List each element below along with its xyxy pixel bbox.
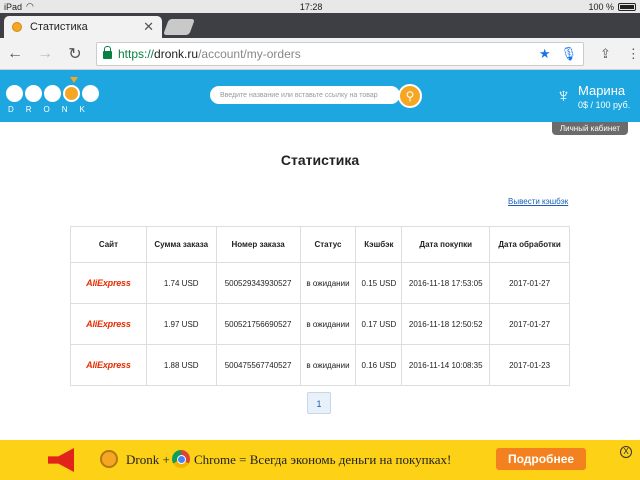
column-header: Сумма заказа bbox=[145, 226, 217, 263]
processing-date: 2017-01-27 bbox=[489, 262, 570, 304]
column-header: Дата обработки bbox=[489, 226, 570, 263]
banner-close-icon[interactable]: X bbox=[620, 446, 632, 458]
site-header: DRONK Введите название или вставьте ссыл… bbox=[0, 70, 640, 122]
banner-text-slogan: Chrome = Всегда экономь деньги на покупк… bbox=[194, 452, 452, 467]
wifi-icon: ◠ bbox=[26, 1, 34, 11]
order-cashback: 0.15 USD bbox=[355, 262, 403, 304]
table-row: AliExpress 1.74 USD 500529343930527 в ож… bbox=[70, 262, 570, 304]
banner-text-dronk: Dronk + bbox=[126, 452, 170, 467]
column-header: Статус bbox=[299, 226, 357, 263]
site-logo: AliExpress bbox=[70, 262, 147, 304]
browser-tab-active[interactable]: Статистика ✕ bbox=[4, 16, 162, 38]
logo-marker-icon bbox=[70, 77, 78, 83]
purchase-date: 2016-11-14 10:08:35 bbox=[401, 344, 491, 386]
column-header: Кэшбэк bbox=[355, 226, 403, 263]
clock: 17:28 bbox=[299, 1, 323, 12]
more-menu-icon[interactable]: ⋮ bbox=[627, 46, 640, 62]
site-logo: AliExpress bbox=[70, 344, 147, 386]
device-label: iPad bbox=[4, 1, 23, 12]
forward-arrow-icon[interactable]: → bbox=[30, 45, 60, 63]
pagination-page-1[interactable]: 1 bbox=[307, 392, 331, 414]
processing-date: 2017-01-27 bbox=[489, 303, 570, 345]
purchase-date: 2016-11-18 17:53:05 bbox=[401, 262, 491, 304]
more-info-button[interactable]: Подробнее bbox=[496, 448, 586, 470]
share-icon[interactable]: ⇪ bbox=[600, 46, 611, 62]
aliexpress-logo-text: Ali bbox=[86, 278, 98, 288]
order-status: в ожидании bbox=[299, 262, 357, 304]
url-host: dronk.ru bbox=[154, 46, 199, 61]
withdraw-cashback-link[interactable]: Вывести кэшбэк bbox=[508, 197, 568, 206]
product-search-input[interactable]: Введите название или вставьте ссылку на … bbox=[210, 86, 400, 104]
table-row: AliExpress 1.88 USD 500475567740527 в ож… bbox=[70, 344, 570, 386]
column-header: Номер заказа bbox=[215, 226, 301, 263]
back-arrow-icon[interactable]: ← bbox=[0, 45, 30, 63]
microphone-icon[interactable]: 🎙 bbox=[560, 46, 577, 62]
order-status: в ожидании bbox=[299, 344, 357, 386]
user-name[interactable]: Марина bbox=[578, 83, 625, 98]
page-title: Статистика bbox=[280, 152, 360, 168]
column-header: Дата покупки bbox=[401, 226, 491, 263]
battery-icon bbox=[618, 2, 636, 11]
site-logo: AliExpress bbox=[70, 303, 147, 345]
url-path: /account/my-orders bbox=[198, 46, 301, 61]
order-number: 500529343930527 bbox=[215, 262, 301, 304]
dronk-favicon-icon bbox=[12, 22, 22, 32]
user-figure-icon: ♆ bbox=[556, 85, 571, 107]
order-number: 500521756690527 bbox=[215, 303, 301, 345]
url-scheme: https:// bbox=[118, 46, 155, 61]
chrome-icon bbox=[172, 450, 190, 468]
ios-status-bar: iPad ◠ 17:28 100 % bbox=[0, 0, 640, 13]
purchase-date: 2016-11-18 12:50:52 bbox=[401, 303, 491, 345]
battery-percent: 100 % bbox=[588, 1, 614, 12]
personal-cabinet-button[interactable]: Личный кабинет bbox=[552, 122, 628, 135]
browser-tab-bar: Статистика ✕ bbox=[0, 13, 640, 38]
order-sum: 1.97 USD bbox=[145, 303, 217, 345]
aliexpress-logo-text: Ali bbox=[86, 319, 98, 329]
bookmark-star-icon[interactable]: ★ bbox=[539, 46, 551, 62]
promo-banner[interactable]: Dronk + Chrome = Всегда экономь деньги н… bbox=[0, 440, 640, 480]
browser-toolbar: ← → ↻ https://dronk.ru/account/my-orders… bbox=[0, 38, 640, 70]
order-sum: 1.74 USD bbox=[145, 262, 217, 304]
megaphone-icon bbox=[48, 448, 74, 472]
user-balance: 0$ / 100 руб. bbox=[578, 100, 631, 110]
table-header-row: Сайт Сумма заказа Номер заказа Статус Кэ… bbox=[70, 226, 570, 263]
search-button[interactable]: ⚲ bbox=[398, 84, 422, 108]
tab-title: Статистика bbox=[30, 21, 88, 33]
aliexpress-logo-text: Ali bbox=[86, 360, 98, 370]
reload-icon[interactable]: ↻ bbox=[60, 44, 90, 64]
order-cashback: 0.16 USD bbox=[355, 344, 403, 386]
dronk-medal-icon bbox=[100, 450, 118, 468]
column-header: Сайт bbox=[70, 226, 147, 263]
dronk-logo[interactable] bbox=[6, 85, 99, 102]
processing-date: 2017-01-23 bbox=[489, 344, 570, 386]
aliexpress-logo-text: Express bbox=[97, 278, 131, 288]
new-tab-button[interactable] bbox=[163, 19, 195, 35]
table-row: AliExpress 1.97 USD 500521756690527 в ож… bbox=[70, 303, 570, 345]
aliexpress-logo-text: Express bbox=[97, 360, 131, 370]
order-status: в ожидании bbox=[299, 303, 357, 345]
address-bar[interactable]: https://dronk.ru/account/my-orders ★ 🎙 bbox=[96, 41, 584, 66]
aliexpress-logo-text: Express bbox=[97, 319, 131, 329]
order-cashback: 0.17 USD bbox=[355, 303, 403, 345]
orders-table: Сайт Сумма заказа Номер заказа Статус Кэ… bbox=[70, 226, 570, 386]
order-number: 500475567740527 bbox=[215, 344, 301, 386]
order-sum: 1.88 USD bbox=[145, 344, 217, 386]
tab-close-icon[interactable]: ✕ bbox=[143, 19, 154, 35]
logo-text: DRONK bbox=[8, 105, 97, 114]
search-icon: ⚲ bbox=[405, 89, 415, 103]
lock-icon bbox=[103, 45, 112, 59]
